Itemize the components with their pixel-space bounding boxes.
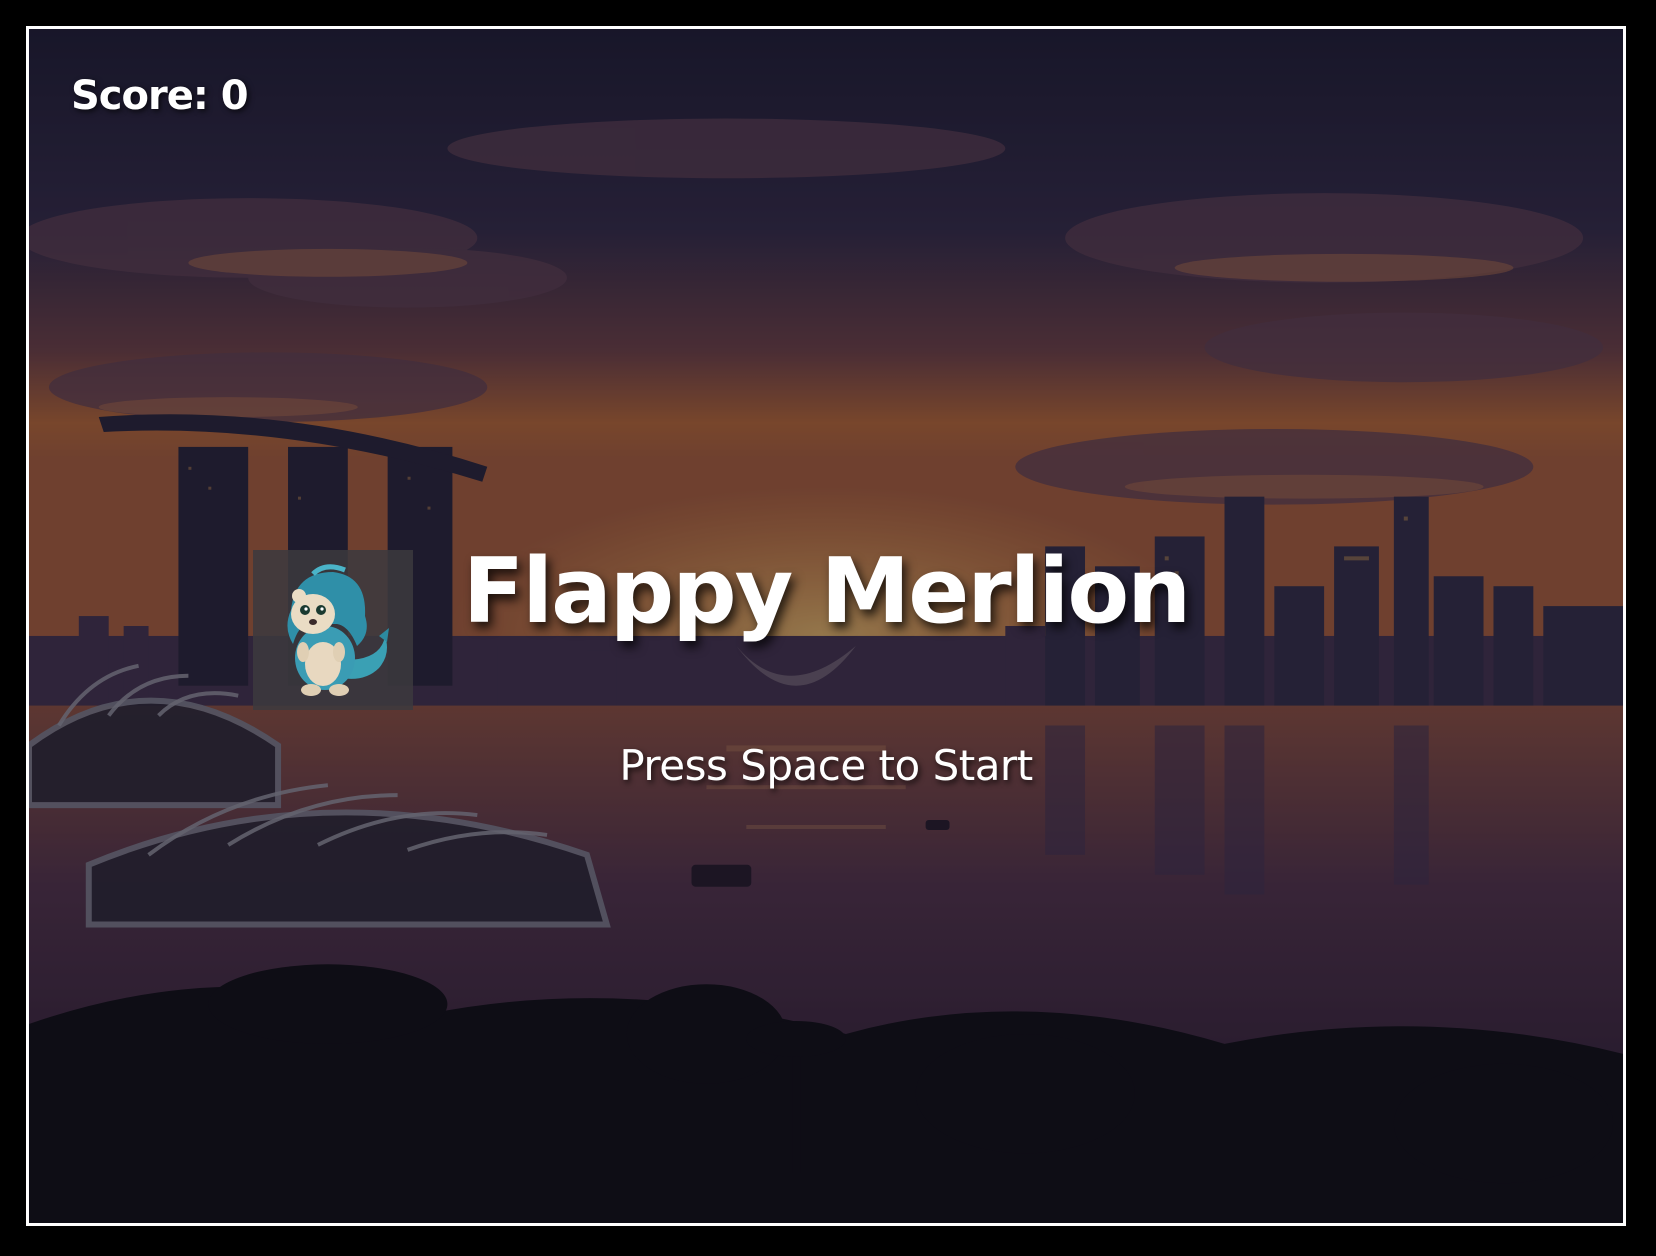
start-prompt: Press Space to Start: [619, 741, 1033, 790]
game-canvas[interactable]: Score: 0 Flappy Merlion Press Space to S…: [26, 26, 1626, 1226]
game-title: Flappy Merlion: [462, 539, 1192, 644]
score-display: Score: 0: [71, 73, 249, 119]
